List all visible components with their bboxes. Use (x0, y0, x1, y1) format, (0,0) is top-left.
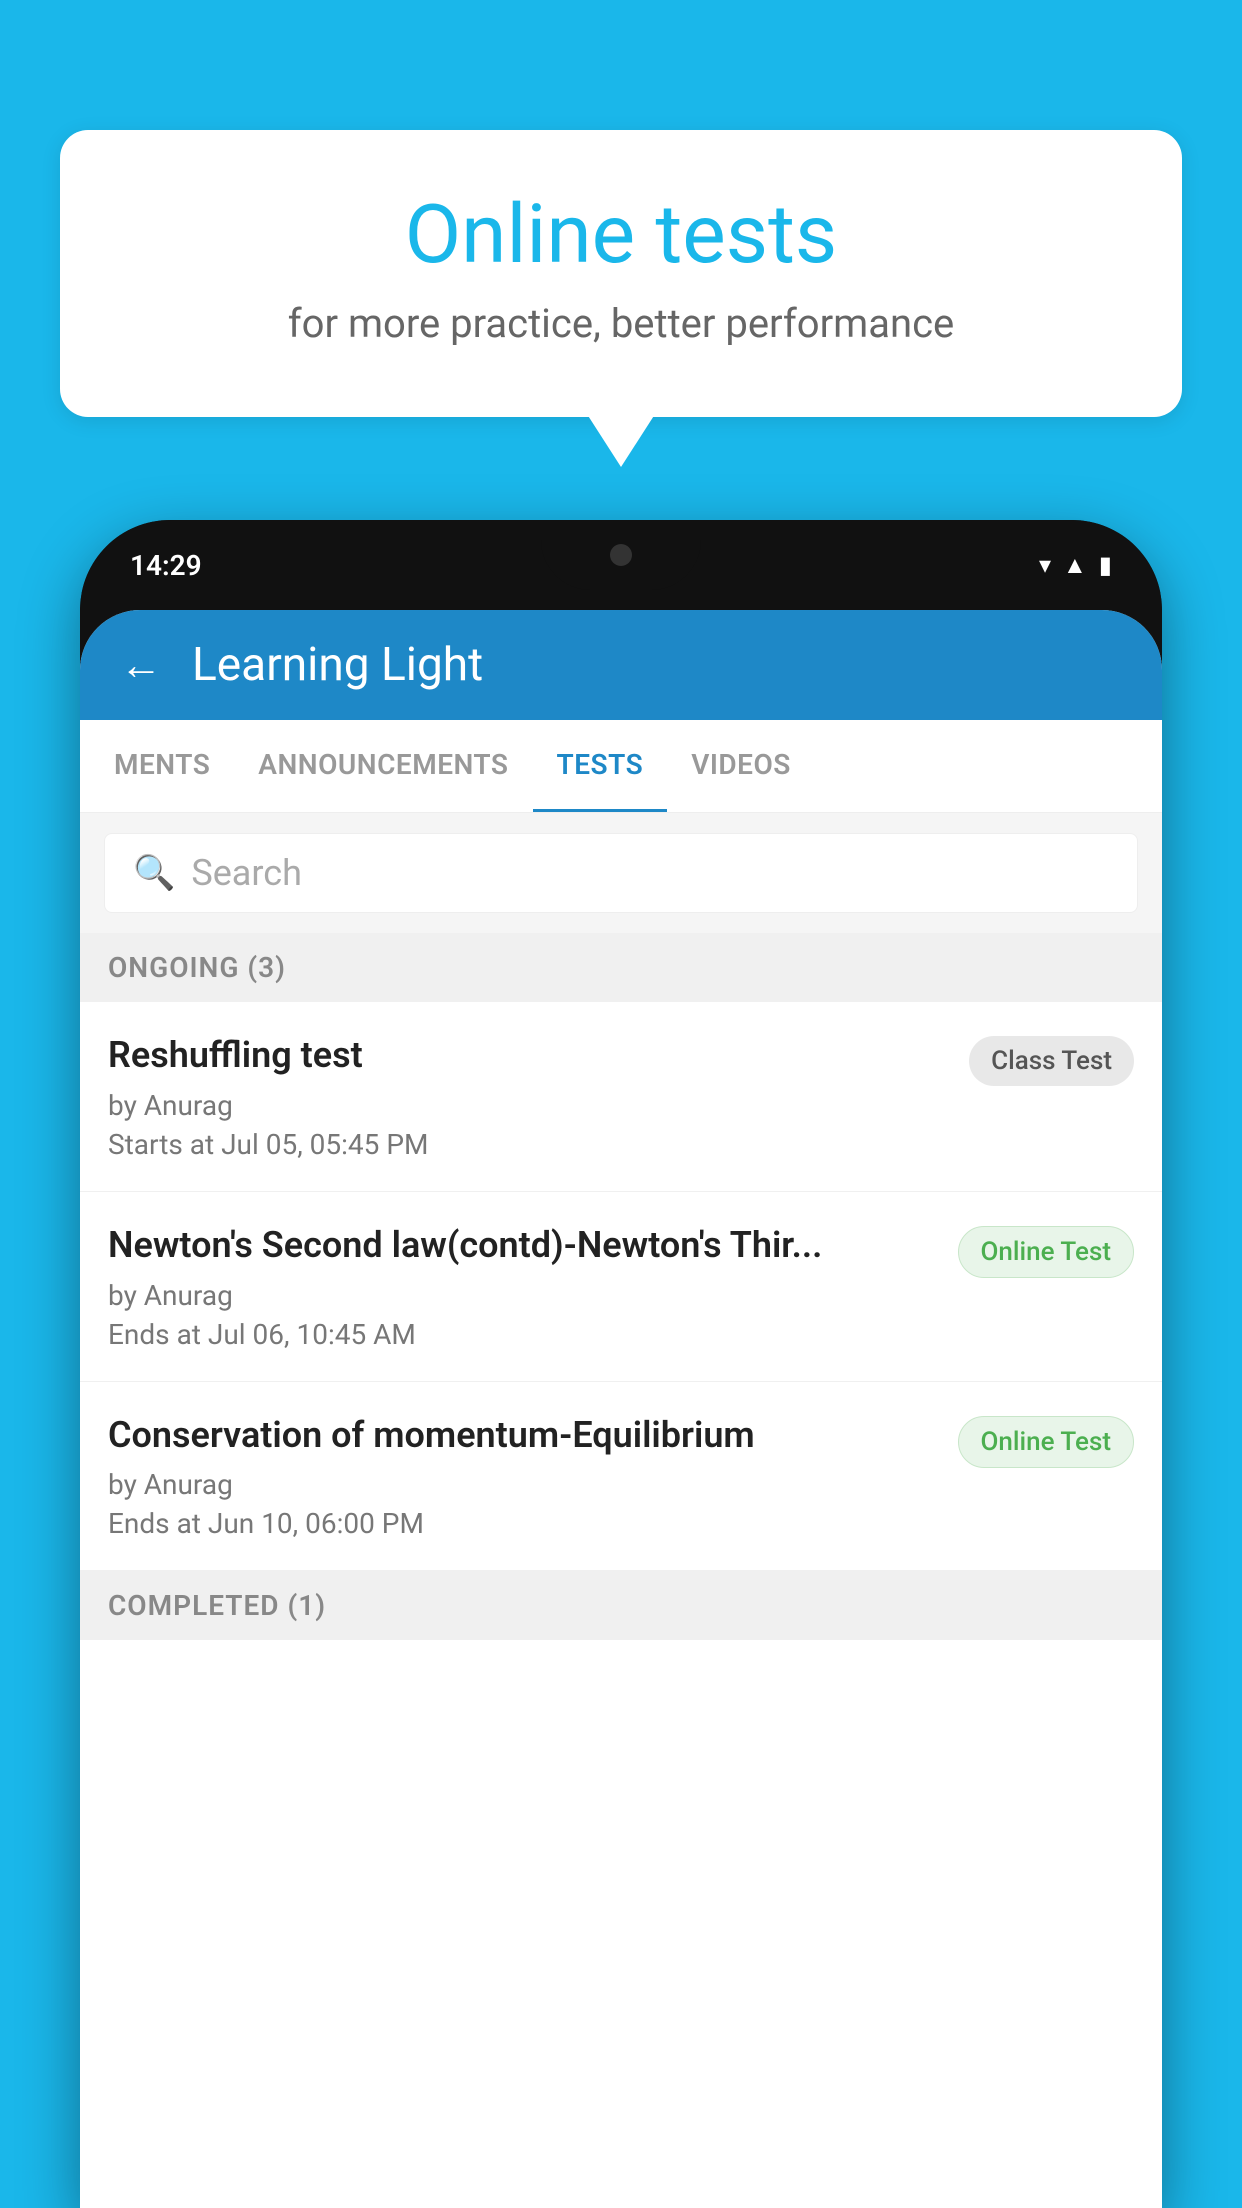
phone-frame: 14:29 ▾ ▲ ▮ ← Learning Light MENTS ANNOU… (80, 520, 1162, 2208)
tab-ments[interactable]: MENTS (90, 720, 234, 812)
back-button[interactable]: ← (120, 641, 162, 690)
test-list: Reshuffling test by Anurag Starts at Jul… (80, 1002, 1162, 2208)
signal-icon: ▲ (1063, 551, 1087, 580)
camera (610, 544, 632, 566)
phone-notch (541, 520, 701, 590)
app-content: ← Learning Light MENTS ANNOUNCEMENTS TES… (80, 610, 1162, 2208)
app-bar-title: Learning Light (192, 638, 483, 692)
search-bar[interactable]: 🔍 Search (104, 833, 1138, 913)
test-badge-1: Class Test (969, 1036, 1134, 1086)
test-title-1: Reshuffling test (108, 1032, 949, 1079)
test-date-2: Ends at Jul 06, 10:45 AM (108, 1318, 938, 1351)
test-author-2: by Anurag (108, 1279, 938, 1312)
tab-videos[interactable]: VIDEOS (667, 720, 815, 812)
test-badge-2: Online Test (958, 1226, 1135, 1278)
tab-announcements[interactable]: ANNOUNCEMENTS (234, 720, 532, 812)
test-info-1: Reshuffling test by Anurag Starts at Jul… (108, 1032, 949, 1161)
test-author-1: by Anurag (108, 1089, 949, 1122)
completed-section-header: COMPLETED (1) (80, 1571, 1162, 1640)
test-date-1: Starts at Jul 05, 05:45 PM (108, 1128, 949, 1161)
bubble-subtitle: for more practice, better performance (140, 300, 1102, 347)
search-container: 🔍 Search (80, 813, 1162, 933)
speech-bubble-container: Online tests for more practice, better p… (60, 130, 1182, 417)
test-item-1[interactable]: Reshuffling test by Anurag Starts at Jul… (80, 1002, 1162, 1192)
test-date-3: Ends at Jun 10, 06:00 PM (108, 1507, 938, 1540)
battery-icon: ▮ (1099, 551, 1112, 579)
speech-bubble: Online tests for more practice, better p… (60, 130, 1182, 417)
status-bar: 14:29 ▾ ▲ ▮ (80, 520, 1162, 610)
status-icons: ▾ ▲ ▮ (1039, 551, 1112, 580)
test-title-3: Conservation of momentum-Equilibrium (108, 1412, 938, 1459)
bubble-title: Online tests (140, 190, 1102, 280)
test-author-3: by Anurag (108, 1468, 938, 1501)
test-item-2[interactable]: Newton's Second law(contd)-Newton's Thir… (80, 1192, 1162, 1382)
search-placeholder: Search (191, 852, 302, 894)
test-info-2: Newton's Second law(contd)-Newton's Thir… (108, 1222, 938, 1351)
status-time: 14:29 (130, 549, 202, 582)
tabs-bar: MENTS ANNOUNCEMENTS TESTS VIDEOS (80, 720, 1162, 813)
test-badge-3: Online Test (958, 1416, 1135, 1468)
app-bar: ← Learning Light (80, 610, 1162, 720)
test-info-3: Conservation of momentum-Equilibrium by … (108, 1412, 938, 1541)
tab-tests[interactable]: TESTS (533, 720, 668, 812)
test-title-2: Newton's Second law(contd)-Newton's Thir… (108, 1222, 938, 1269)
ongoing-section-header: ONGOING (3) (80, 933, 1162, 1002)
search-icon: 🔍 (133, 853, 175, 893)
wifi-icon: ▾ (1039, 551, 1051, 579)
test-item-3[interactable]: Conservation of momentum-Equilibrium by … (80, 1382, 1162, 1572)
